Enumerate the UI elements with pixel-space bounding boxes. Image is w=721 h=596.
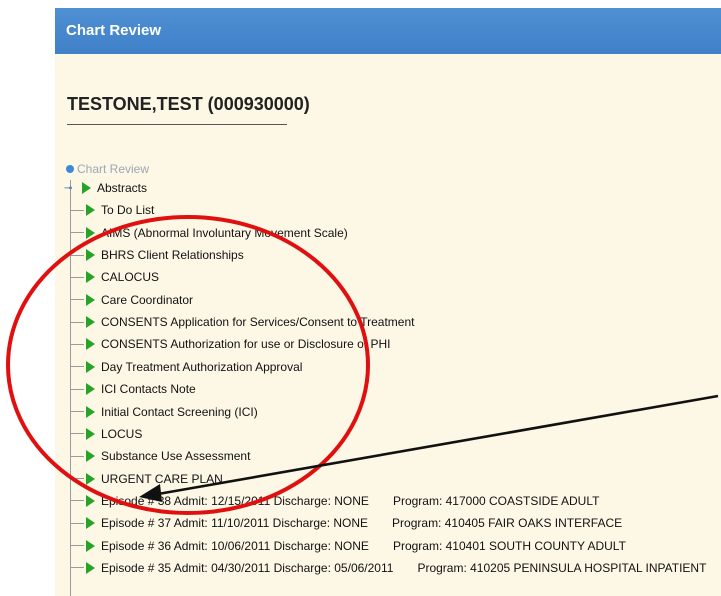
tree-item-label: Episode # 38 Admit: 12/15/2011 Discharge… (101, 493, 369, 508)
tree-branch-line (71, 232, 84, 234)
tree-item-label: Episode # 35 Admit: 04/30/2011 Discharge… (101, 560, 394, 575)
tree-item-label: Abstracts (97, 181, 148, 195)
tree-branch-line (71, 388, 84, 390)
tree-item[interactable]: Episode # 38 Admit: 12/15/2011 Discharge… (55, 490, 599, 512)
tree-item-program: Program: 417000 COASTSIDE ADULT (392, 493, 600, 508)
tree-branch-line (71, 366, 84, 368)
tree-item[interactable]: Substance Use Assessment (55, 445, 250, 467)
tree-item-label: Care Coordinator (101, 292, 194, 307)
tree-branch-line (71, 411, 84, 412)
tree-item[interactable]: AIMS (Abnormal Involuntary Movement Scal… (55, 222, 348, 244)
play-arrow-icon (86, 517, 95, 530)
tree-branch-line (71, 276, 84, 278)
tree-root-label: Chart Review (77, 162, 150, 176)
play-arrow-icon (86, 204, 95, 217)
window-title: Chart Review (55, 8, 721, 54)
tree-item[interactable]: Day Treatment Authorization Approval (55, 356, 302, 378)
chart-review-window: Chart Review TESTONE,TEST (000930000) Ch… (55, 8, 721, 596)
tree-item[interactable]: BHRS Client Relationships (55, 244, 244, 266)
tree-item-program: Program: 410401 SOUTH COUNTY ADULT (392, 538, 626, 553)
play-arrow-icon (86, 494, 95, 507)
tree-item-label: To Do List (101, 203, 155, 218)
tree-item-label: CALOCUS (101, 270, 160, 285)
tree-item[interactable]: Episode # 36 Admit: 10/06/2011 Discharge… (55, 535, 626, 557)
tree-branch-line (71, 455, 84, 457)
tree-branch-line (71, 500, 84, 502)
tree-item-label: Initial Contact Screening (ICI) (101, 404, 258, 419)
tree-branch-line (71, 321, 84, 323)
tree-item[interactable]: Episode # 35 Admit: 04/30/2011 Discharge… (55, 557, 706, 579)
tree-item-label: Substance Use Assessment (101, 449, 251, 464)
tree-branch-line (71, 567, 84, 569)
play-arrow-icon (86, 383, 95, 396)
tree-item-label: CONSENTS Authorization for use or Disclo… (101, 337, 391, 352)
expander-icon[interactable]: ⊸ (64, 182, 76, 194)
tree-item-label: LOCUS (101, 426, 143, 441)
play-arrow-icon (86, 226, 95, 239)
tree-item[interactable]: Initial Contact Screening (ICI) (55, 401, 258, 423)
patient-underline (67, 124, 287, 125)
tree-item-program: Program: 410205 PENINSULA HOSPITAL INPAT… (417, 560, 707, 575)
tree-item[interactable]: ⊸ Abstracts (55, 177, 147, 199)
tree-item-label: URGENT CARE PLAN (101, 471, 223, 486)
tree-branch-line (71, 299, 84, 301)
tree-item[interactable]: Episode # 37 Admit: 11/10/2011 Discharge… (55, 512, 622, 534)
tree-branch-line (71, 545, 84, 547)
tree-branch-line (71, 254, 84, 256)
play-arrow-icon (86, 360, 95, 373)
tree-item[interactable]: Care Coordinator (55, 289, 193, 311)
tree-branch-line (71, 433, 84, 435)
tree-item-label: ICI Contacts Note (101, 382, 196, 397)
tree-item-label: Day Treatment Authorization Approval (101, 359, 303, 374)
play-arrow-icon (86, 472, 95, 485)
tree-item[interactable]: CONSENTS Authorization for use or Disclo… (55, 333, 390, 355)
play-arrow-icon (86, 427, 95, 440)
root-dot-icon (66, 165, 74, 173)
play-arrow-icon (86, 293, 95, 306)
tree-item-label: Episode # 37 Admit: 11/10/2011 Discharge… (101, 516, 369, 531)
tree-item-label: AIMS (Abnormal Involuntary Movement Scal… (101, 225, 348, 240)
play-arrow-icon (86, 338, 95, 351)
play-arrow-icon (82, 182, 91, 194)
tree-item[interactable]: ICI Contacts Note (55, 378, 196, 400)
tree-item[interactable]: CONSENTS Application for Services/Consen… (55, 311, 414, 333)
play-arrow-icon (86, 539, 95, 552)
play-arrow-icon (86, 450, 95, 463)
tree-branch-line (71, 522, 84, 524)
tree-branch-line (71, 478, 84, 480)
tree-item[interactable]: LOCUS (55, 423, 142, 445)
tree-item-label: BHRS Client Relationships (101, 248, 244, 263)
play-arrow-icon (86, 316, 95, 329)
play-arrow-icon (86, 405, 95, 418)
play-arrow-icon (86, 561, 95, 574)
tree-item[interactable]: URGENT CARE PLAN (55, 468, 223, 490)
patient-name: TESTONE,TEST (000930000) (67, 94, 310, 114)
tree-root[interactable]: Chart Review (66, 160, 149, 178)
tree-item[interactable]: CALOCUS (55, 266, 159, 288)
tree-item[interactable]: To Do List (55, 199, 154, 221)
tree-item-program: Program: 410405 FAIR OAKS INTERFACE (392, 516, 623, 531)
tree-item-label: CONSENTS Application for Services/Consen… (101, 315, 415, 330)
play-arrow-icon (86, 271, 95, 284)
tree-branch-line (71, 209, 84, 211)
play-arrow-icon (86, 249, 95, 262)
tree-branch-line (71, 343, 84, 345)
tree-item-label: Episode # 36 Admit: 10/06/2011 Discharge… (101, 538, 369, 553)
